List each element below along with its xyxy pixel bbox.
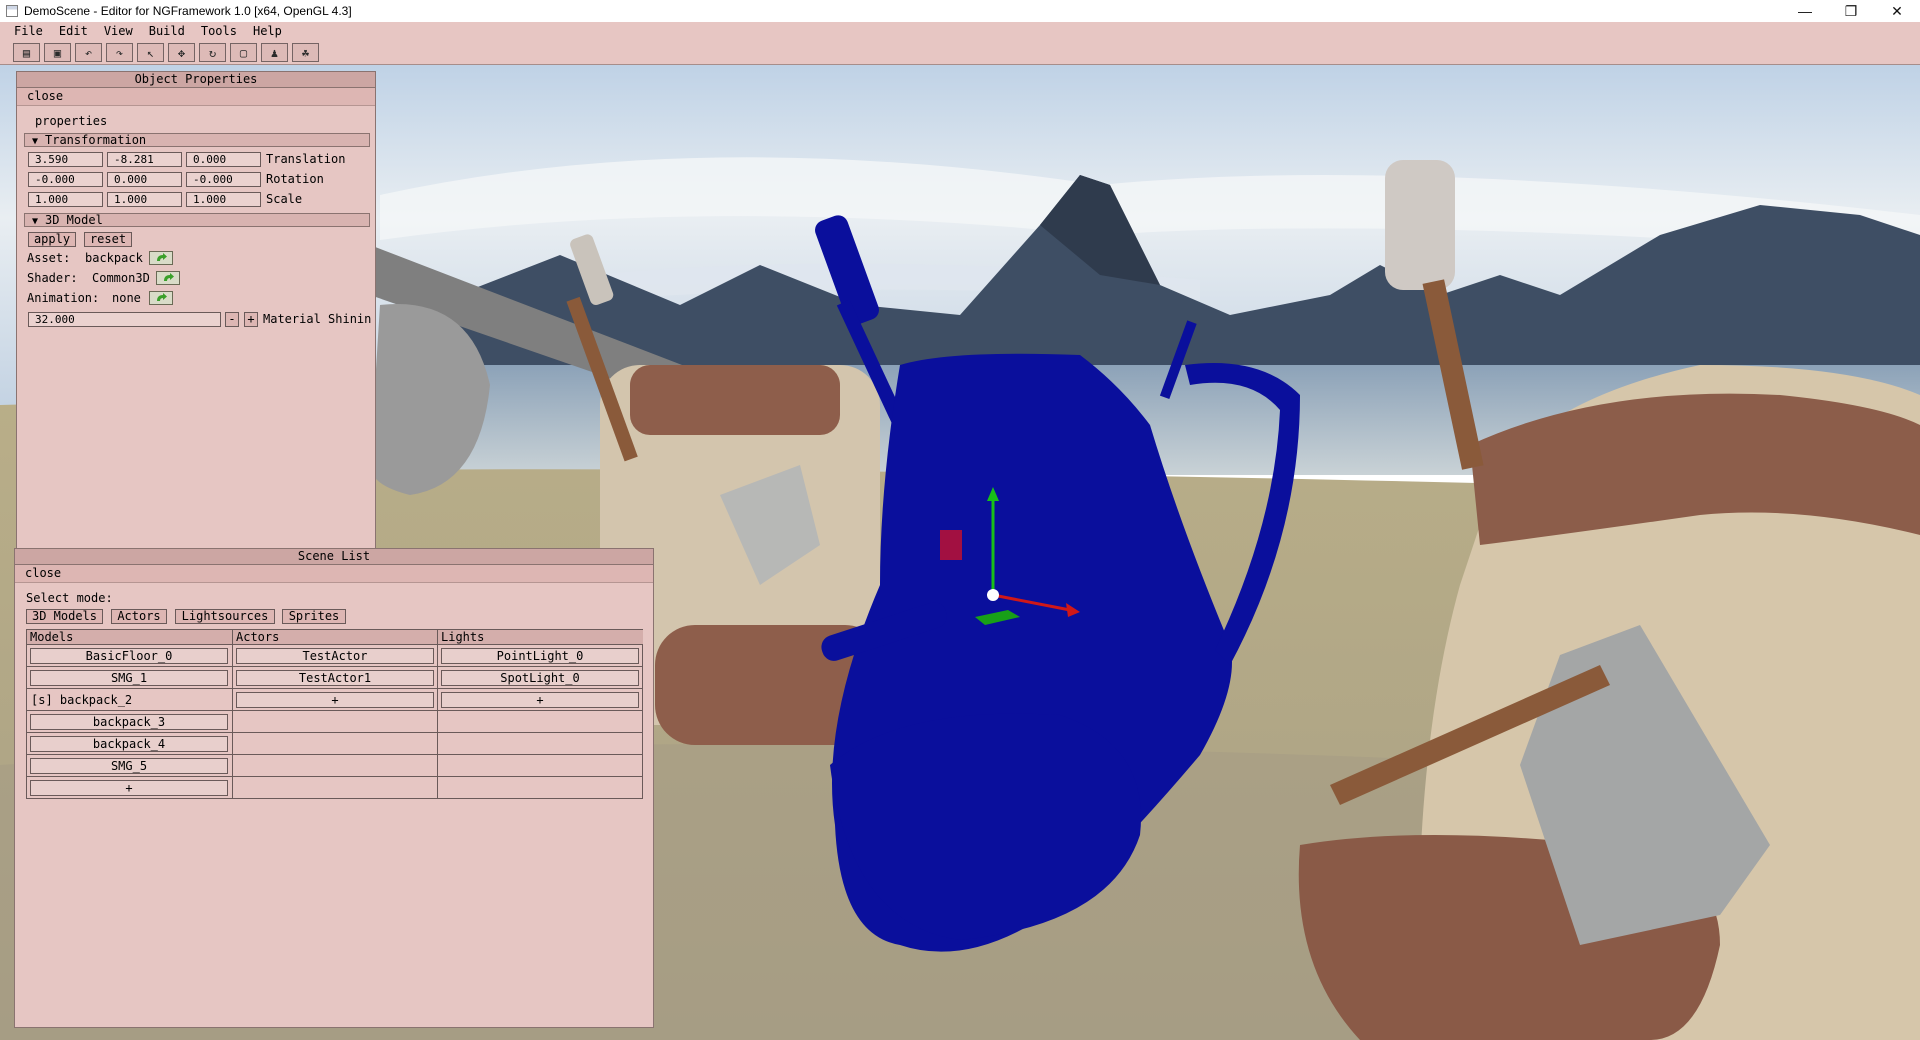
add-light-icon[interactable]: ☘ bbox=[292, 43, 319, 62]
3d-model-header-label: 3D Model bbox=[45, 213, 103, 227]
menu-bar: File Edit View Build Tools Help bbox=[0, 22, 1920, 41]
add-light-button[interactable]: + bbox=[441, 692, 639, 708]
grid-line bbox=[27, 732, 642, 733]
grid-line bbox=[27, 776, 642, 777]
object-properties-panel: Object Properties close properties ▼ Tran… bbox=[16, 71, 376, 551]
properties-label: properties bbox=[35, 114, 108, 128]
object-properties-close-button[interactable]: close bbox=[17, 88, 375, 106]
scene-table: Models Actors Lights BasicFloor_0 SMG_1 … bbox=[26, 629, 643, 799]
model-item-backpack-2-selected[interactable]: [s] backpack_2 bbox=[27, 692, 132, 708]
column-header-lights: Lights bbox=[438, 630, 643, 644]
menu-tools[interactable]: Tools bbox=[193, 22, 245, 41]
material-shininess-label: Material Shinin bbox=[263, 312, 372, 326]
scale-icon[interactable]: ▢ bbox=[230, 43, 257, 62]
grid-line bbox=[27, 754, 642, 755]
object-properties-title: Object Properties bbox=[17, 72, 375, 88]
shininess-decrement-button[interactable]: - bbox=[225, 312, 239, 327]
model-item-backpack-3[interactable]: backpack_3 bbox=[30, 714, 228, 730]
scene-list-panel: Scene List close Select mode: 3D Models … bbox=[14, 548, 654, 1028]
toolbar: ▤ ▣ ↶ ↷ ↖ ✥ ↻ ▢ ♟ ☘ bbox=[0, 41, 1920, 65]
menu-file[interactable]: File bbox=[6, 22, 51, 41]
grid-line bbox=[27, 666, 642, 667]
mode-sprites-button[interactable]: Sprites bbox=[282, 609, 346, 624]
scale-y-field[interactable]: 1.000 bbox=[107, 192, 182, 207]
translation-label: Translation bbox=[266, 152, 346, 166]
light-item-pointlight-0[interactable]: PointLight_0 bbox=[441, 648, 639, 664]
menu-view[interactable]: View bbox=[96, 22, 141, 41]
material-shininess-field[interactable]: 32.000 bbox=[28, 312, 221, 327]
add-actor-icon[interactable]: ♟ bbox=[261, 43, 288, 62]
close-window-button[interactable]: ✕ bbox=[1874, 0, 1920, 22]
window-titlebar: DemoScene - Editor for NGFramework 1.0 [… bbox=[0, 0, 1920, 22]
collapse-triangle-icon: ▼ bbox=[31, 136, 39, 147]
apply-button[interactable]: apply bbox=[28, 232, 76, 247]
grid-line bbox=[232, 630, 233, 798]
mode-3d-models-button[interactable]: 3D Models bbox=[26, 609, 103, 624]
model-item-smg-5[interactable]: SMG_5 bbox=[30, 758, 228, 774]
add-model-button[interactable]: + bbox=[30, 780, 228, 796]
scene-list-close-button[interactable]: close bbox=[15, 565, 653, 583]
rotate-icon[interactable]: ↻ bbox=[199, 43, 226, 62]
grid-line bbox=[27, 710, 642, 711]
shader-label: Shader: bbox=[27, 271, 78, 285]
menu-help[interactable]: Help bbox=[245, 22, 290, 41]
model-item-smg-1[interactable]: SMG_1 bbox=[30, 670, 228, 686]
scene-list-title: Scene List bbox=[15, 549, 653, 565]
scale-x-field[interactable]: 1.000 bbox=[28, 192, 103, 207]
window-title: DemoScene - Editor for NGFramework 1.0 [… bbox=[24, 4, 352, 18]
window-controls: — ❐ ✕ bbox=[1782, 0, 1920, 22]
translation-z-field[interactable]: 0.000 bbox=[186, 152, 261, 167]
reset-button[interactable]: reset bbox=[84, 232, 132, 247]
animation-browse-icon[interactable] bbox=[149, 291, 173, 305]
translation-x-field[interactable]: 3.590 bbox=[28, 152, 103, 167]
select-cursor-icon[interactable]: ↖ bbox=[137, 43, 164, 62]
asset-value: backpack bbox=[85, 251, 143, 265]
rotation-label: Rotation bbox=[266, 172, 324, 186]
transformation-section-header[interactable]: ▼ Transformation bbox=[24, 133, 370, 147]
scale-label: Scale bbox=[266, 192, 303, 206]
rotation-x-field[interactable]: -0.000 bbox=[28, 172, 103, 187]
rotation-y-field[interactable]: 0.000 bbox=[107, 172, 182, 187]
collapse-triangle-icon: ▼ bbox=[31, 216, 39, 227]
column-header-actors: Actors bbox=[233, 630, 438, 644]
add-actor-button[interactable]: + bbox=[236, 692, 434, 708]
model-item-backpack-4[interactable]: backpack_4 bbox=[30, 736, 228, 752]
asset-label: Asset: bbox=[27, 251, 71, 265]
scale-z-field[interactable]: 1.000 bbox=[186, 192, 261, 207]
rotation-z-field[interactable]: -0.000 bbox=[186, 172, 261, 187]
light-item-spotlight-0[interactable]: SpotLight_0 bbox=[441, 670, 639, 686]
actor-item-testactor1[interactable]: TestActor1 bbox=[236, 670, 434, 686]
minimize-button[interactable]: — bbox=[1782, 0, 1828, 22]
redo-icon[interactable]: ↷ bbox=[106, 43, 133, 62]
app-icon bbox=[6, 5, 18, 17]
grid-line bbox=[27, 644, 642, 645]
shader-value: Common3D bbox=[92, 271, 150, 285]
animation-value: none bbox=[112, 291, 141, 305]
undo-icon[interactable]: ↶ bbox=[75, 43, 102, 62]
restore-button[interactable]: ❐ bbox=[1828, 0, 1874, 22]
shader-browse-icon[interactable] bbox=[156, 271, 180, 285]
model-item-basicfloor[interactable]: BasicFloor_0 bbox=[30, 648, 228, 664]
menu-build[interactable]: Build bbox=[141, 22, 193, 41]
3d-model-section-header[interactable]: ▼ 3D Model bbox=[24, 213, 370, 227]
mode-lightsources-button[interactable]: Lightsources bbox=[175, 609, 275, 624]
move-icon[interactable]: ✥ bbox=[168, 43, 195, 62]
new-scene-icon[interactable]: ▤ bbox=[13, 43, 40, 62]
column-header-models: Models bbox=[27, 630, 233, 644]
grid-line bbox=[27, 688, 642, 689]
asset-browse-icon[interactable] bbox=[149, 251, 173, 265]
menu-edit[interactable]: Edit bbox=[51, 22, 96, 41]
shininess-increment-button[interactable]: + bbox=[244, 312, 258, 327]
grid-line bbox=[437, 630, 438, 798]
animation-label: Animation: bbox=[27, 291, 100, 305]
transformation-header-label: Transformation bbox=[45, 133, 147, 147]
translation-y-field[interactable]: -8.281 bbox=[107, 152, 182, 167]
select-mode-label: Select mode: bbox=[26, 591, 113, 605]
save-icon[interactable]: ▣ bbox=[44, 43, 71, 62]
actor-item-testactor[interactable]: TestActor bbox=[236, 648, 434, 664]
mode-actors-button[interactable]: Actors bbox=[111, 609, 167, 624]
